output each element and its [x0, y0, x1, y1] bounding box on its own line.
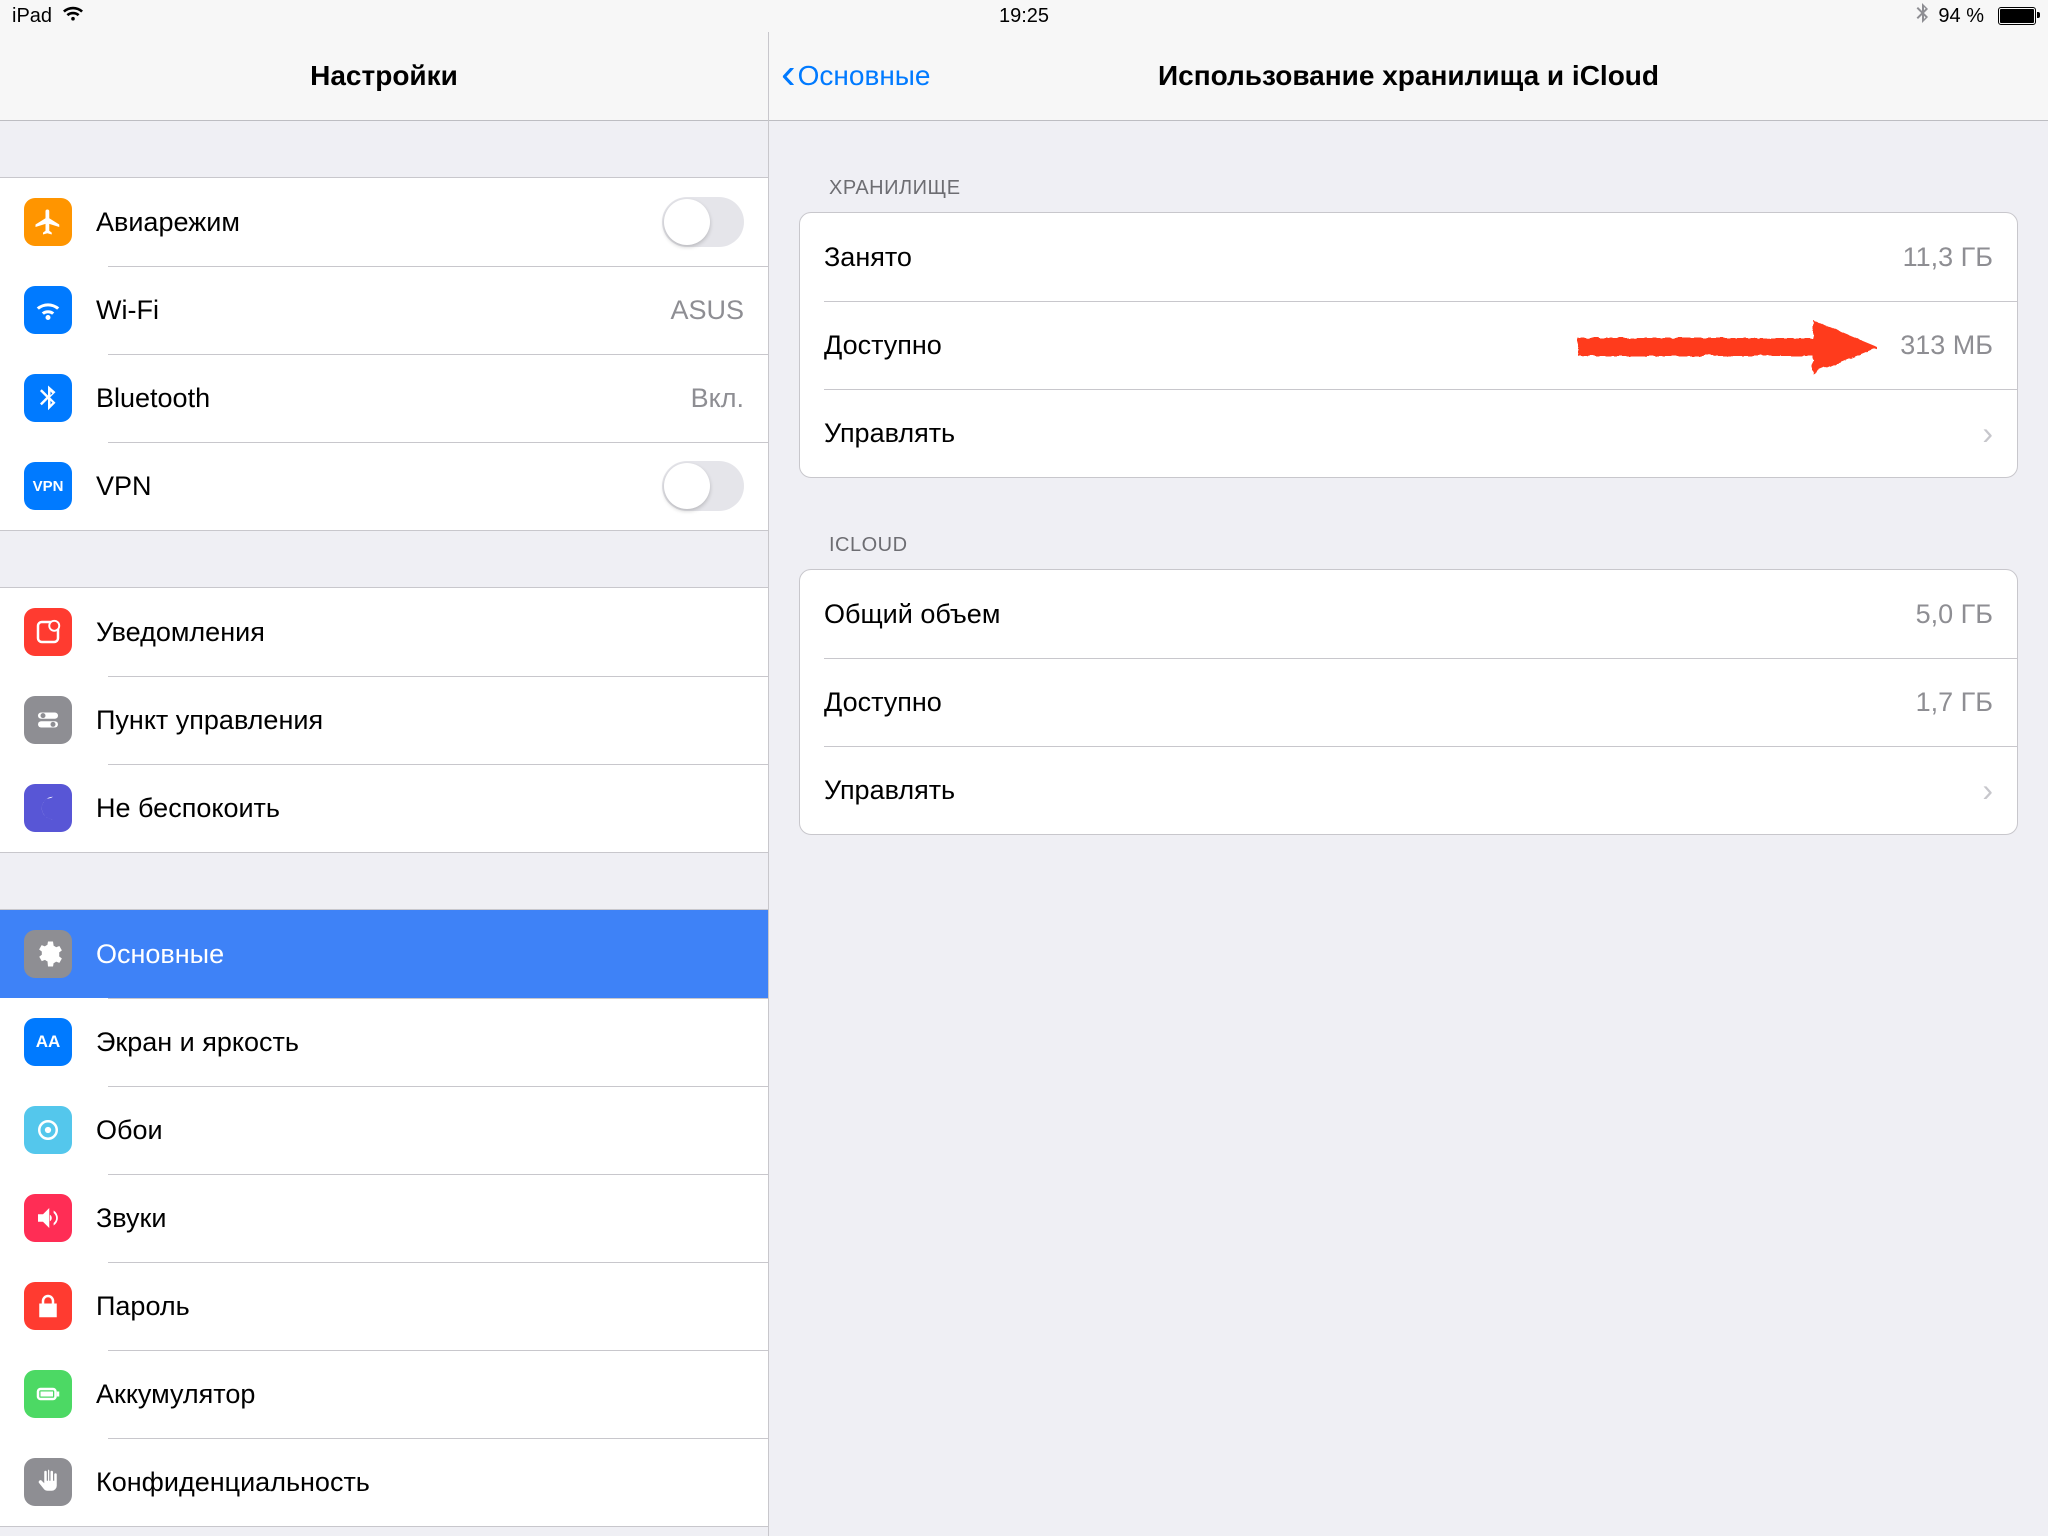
speaker-icon	[24, 1194, 72, 1242]
sidebar-item-label: Обои	[96, 1115, 744, 1146]
sidebar-item-label: Пункт управления	[96, 705, 744, 736]
hand-icon	[24, 1458, 72, 1506]
row-label: Управлять	[824, 775, 1970, 806]
lock-icon	[24, 1282, 72, 1330]
row-value: 1,7 ГБ	[1916, 687, 1993, 718]
sidebar-item-privacy[interactable]: Конфиденциальность	[0, 1438, 768, 1526]
sidebar-item-label: Уведомления	[96, 617, 744, 648]
sidebar-item-battery[interactable]: Аккумулятор	[0, 1350, 768, 1438]
row-value: 313 МБ	[1900, 330, 1993, 361]
sidebar-item-control-center[interactable]: Пункт управления	[0, 676, 768, 764]
settings-sidebar: Настройки Авиарежим Wi-Fi ASUS	[0, 32, 769, 1536]
sidebar-item-label: Экран и яркость	[96, 1027, 744, 1058]
airplane-switch[interactable]	[662, 197, 744, 247]
row-value: 5,0 ГБ	[1916, 599, 1993, 630]
sidebar-item-wifi[interactable]: Wi-Fi ASUS	[0, 266, 768, 354]
sidebar-navbar: Настройки	[0, 32, 768, 121]
gear-icon	[24, 930, 72, 978]
row-value: 11,3 ГБ	[1903, 242, 1993, 273]
display-icon: AA	[24, 1018, 72, 1066]
wifi-icon	[24, 286, 72, 334]
sidebar-item-label: Bluetooth	[96, 383, 691, 414]
moon-icon	[24, 784, 72, 832]
vpn-icon: VPN	[24, 462, 72, 510]
detail-pane: ‹ Основные Использование хранилища и iCl…	[769, 32, 2048, 1536]
storage-available-row[interactable]: Доступно 313 МБ	[800, 301, 2017, 389]
vpn-switch[interactable]	[662, 461, 744, 511]
row-label: Доступно	[824, 330, 1900, 361]
row-label: Занято	[824, 242, 1903, 273]
sidebar-item-vpn[interactable]: VPN VPN	[0, 442, 768, 530]
back-label: Основные	[798, 60, 931, 92]
chevron-right-icon: ›	[1982, 415, 1993, 452]
icloud-total-row[interactable]: Общий объем 5,0 ГБ	[800, 570, 2017, 658]
back-button[interactable]: ‹ Основные	[769, 54, 931, 98]
detail-title: Использование хранилища и iCloud	[1158, 60, 1659, 92]
icloud-available-row[interactable]: Доступно 1,7 ГБ	[800, 658, 2017, 746]
sidebar-item-airplane[interactable]: Авиарежим	[0, 178, 768, 266]
notifications-icon	[24, 608, 72, 656]
sidebar-item-label: Wi-Fi	[96, 295, 670, 326]
battery-percent: 94 %	[1938, 5, 1984, 28]
sidebar-item-display[interactable]: AA Экран и яркость	[0, 998, 768, 1086]
detail-navbar: ‹ Основные Использование хранилища и iCl…	[769, 32, 2048, 121]
clock: 19:25	[999, 5, 1049, 28]
battery-icon	[24, 1370, 72, 1418]
wifi-icon	[62, 5, 84, 28]
sidebar-item-passcode[interactable]: Пароль	[0, 1262, 768, 1350]
bluetooth-value: Вкл.	[691, 383, 744, 414]
status-bar: iPad 19:25 94 %	[0, 0, 2048, 32]
control-center-icon	[24, 696, 72, 744]
wallpaper-icon	[24, 1106, 72, 1154]
sidebar-item-label: Аккумулятор	[96, 1379, 744, 1410]
sidebar-item-label: Конфиденциальность	[96, 1467, 744, 1498]
chevron-right-icon: ›	[1982, 772, 1993, 809]
sidebar-item-label: Звуки	[96, 1203, 744, 1234]
sidebar-item-dnd[interactable]: Не беспокоить	[0, 764, 768, 852]
group-header-icloud: ICLOUD	[799, 534, 2018, 569]
storage-used-row[interactable]: Занято 11,3 ГБ	[800, 213, 2017, 301]
device-label: iPad	[12, 5, 52, 28]
icloud-manage-row[interactable]: Управлять ›	[800, 746, 2017, 834]
sidebar-item-label: Пароль	[96, 1291, 744, 1322]
wifi-value: ASUS	[670, 295, 744, 326]
sidebar-item-sounds[interactable]: Звуки	[0, 1174, 768, 1262]
row-label: Доступно	[824, 687, 1916, 718]
bluetooth-icon	[1916, 3, 1928, 29]
battery-icon	[1994, 7, 2036, 25]
sidebar-item-wallpaper[interactable]: Обои	[0, 1086, 768, 1174]
row-label: Общий объем	[824, 599, 1916, 630]
storage-manage-row[interactable]: Управлять ›	[800, 389, 2017, 477]
sidebar-item-label: Не беспокоить	[96, 793, 744, 824]
sidebar-title: Настройки	[310, 60, 458, 92]
sidebar-item-notifications[interactable]: Уведомления	[0, 588, 768, 676]
sidebar-item-bluetooth[interactable]: Bluetooth Вкл.	[0, 354, 768, 442]
airplane-icon	[24, 198, 72, 246]
group-header-storage: ХРАНИЛИЩЕ	[799, 177, 2018, 212]
chevron-left-icon: ‹	[781, 52, 796, 96]
bluetooth-icon	[24, 374, 72, 422]
sidebar-item-label: Авиарежим	[96, 207, 662, 238]
sidebar-item-label: Основные	[96, 939, 744, 970]
row-label: Управлять	[824, 418, 1970, 449]
sidebar-item-label: VPN	[96, 471, 662, 502]
sidebar-item-general[interactable]: Основные	[0, 910, 768, 998]
